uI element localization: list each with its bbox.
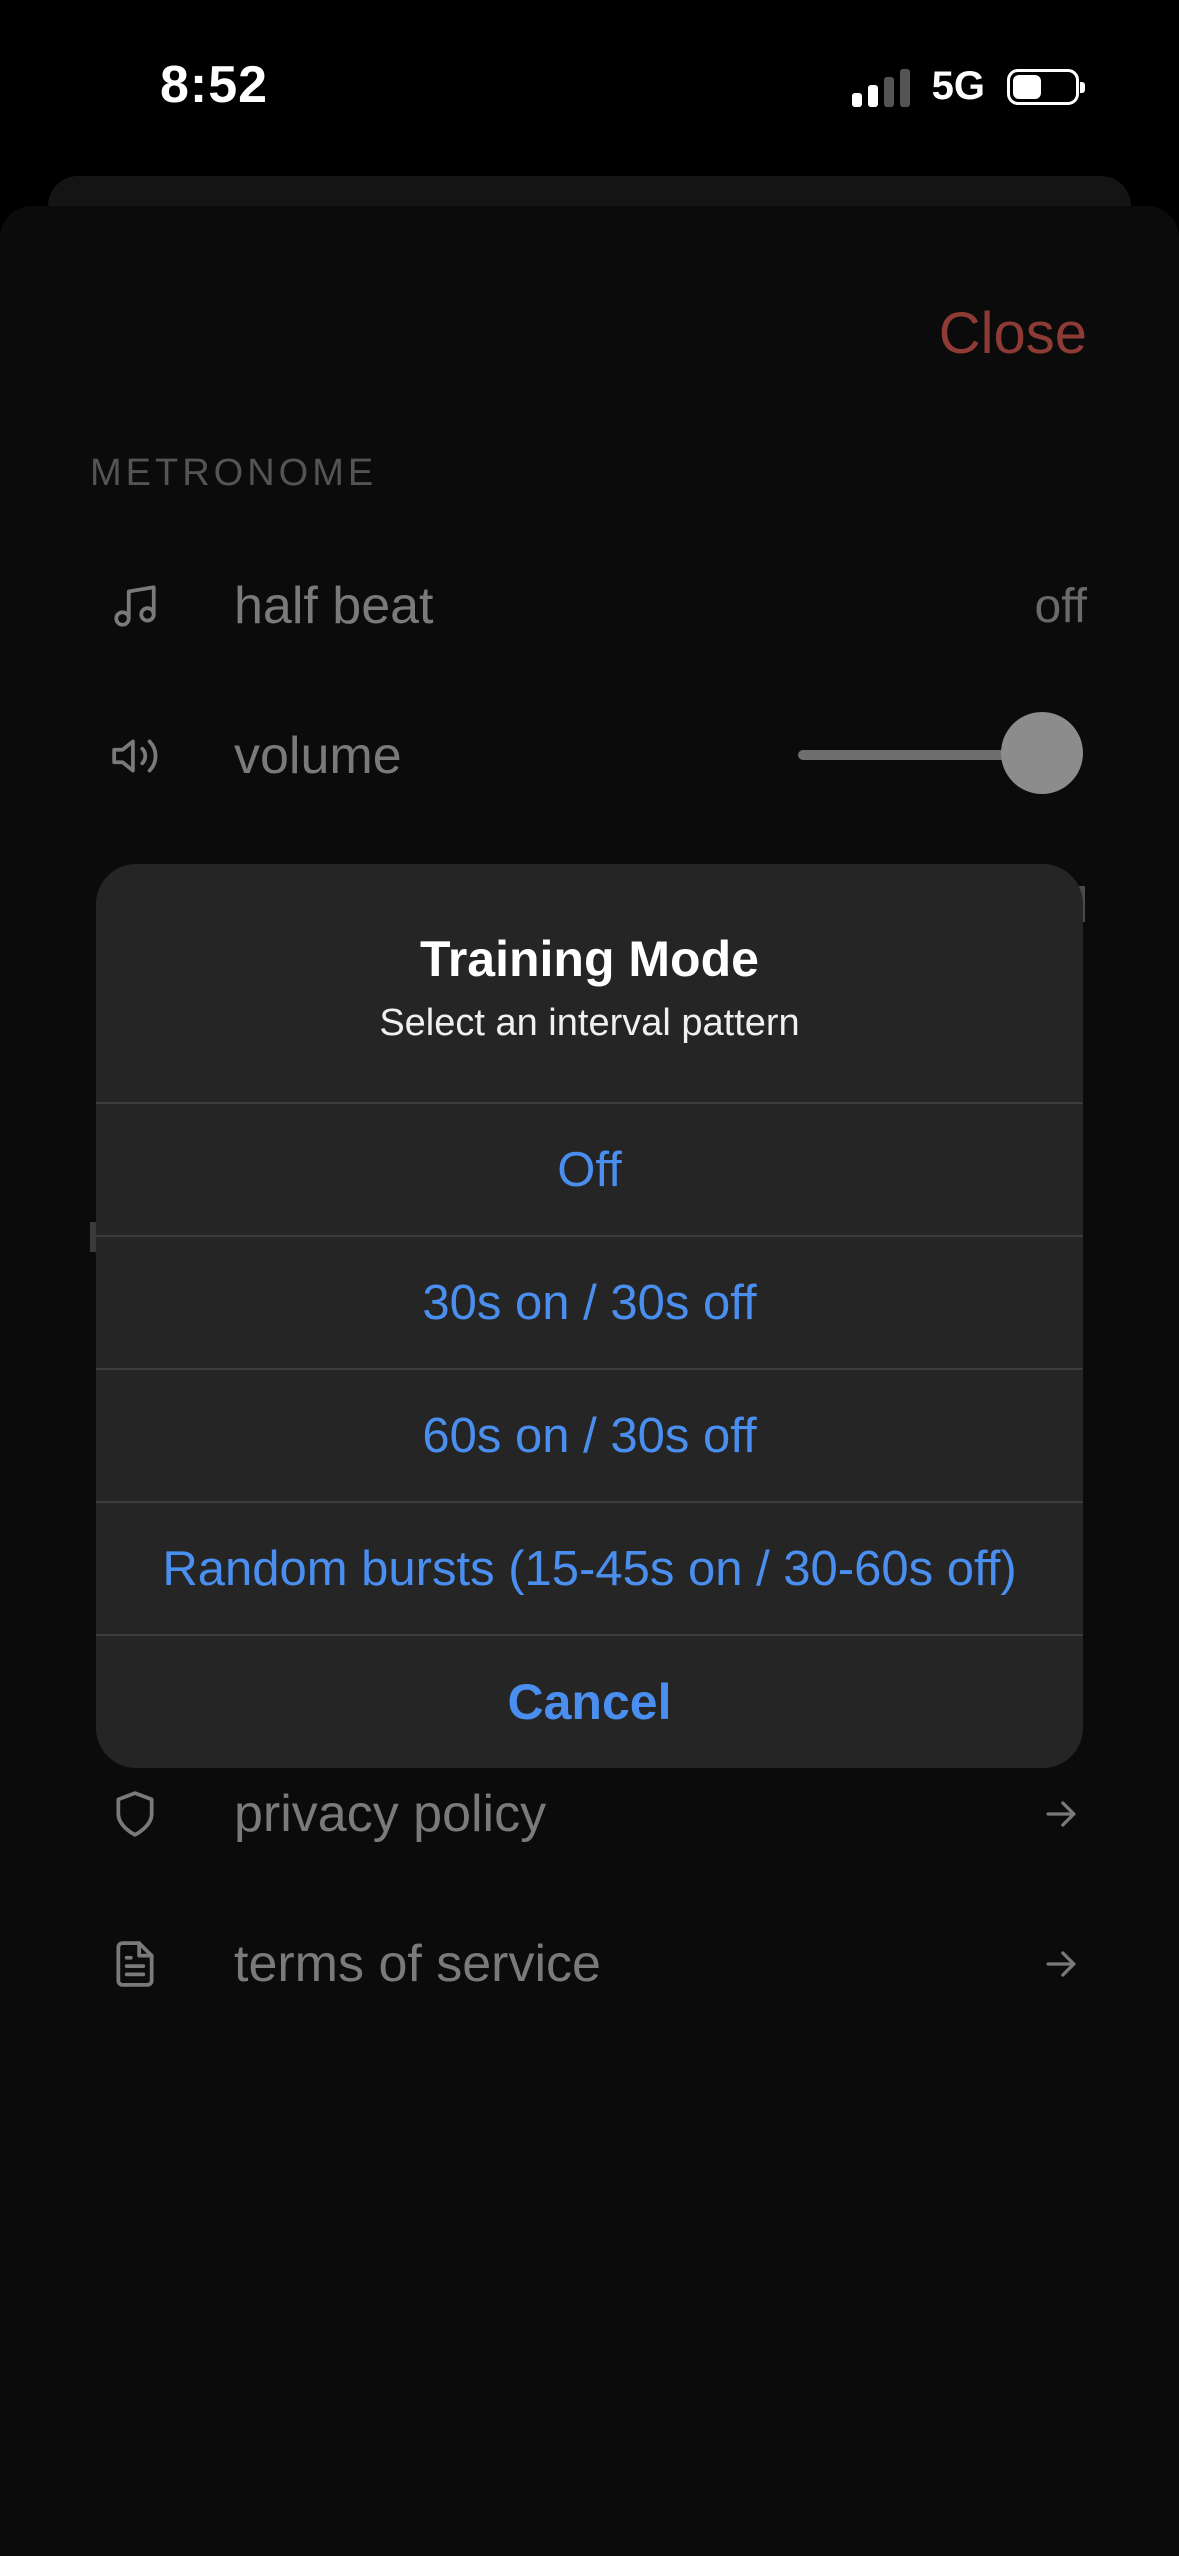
cancel-button[interactable]: Cancel: [96, 1636, 1083, 1768]
dialog-title: Training Mode: [420, 930, 759, 987]
arrow-right-icon: [1046, 1801, 1076, 1827]
arrow-right-icon: [1046, 1951, 1076, 1977]
terms-of-service-label: terms of service: [234, 1935, 601, 1993]
training-mode-dialog: Training Mode Select an interval pattern…: [96, 864, 1083, 1768]
status-indicators: 5G: [851, 64, 1085, 109]
half-beat-value: off: [1034, 579, 1088, 633]
section-header-metronome: METRONOME: [90, 452, 378, 494]
dialog-subtitle: Select an interval pattern: [379, 1001, 800, 1044]
shield-icon: [116, 1791, 154, 1837]
status-time: 8:52: [160, 56, 269, 114]
option-60s-on-30s-off[interactable]: 60s on / 30s off: [96, 1370, 1083, 1503]
close-button[interactable]: Close: [939, 300, 1087, 367]
document-icon: [116, 1941, 154, 1987]
setting-row-privacy-policy[interactable]: privacy policy: [0, 1754, 1179, 1874]
half-beat-label: half beat: [234, 577, 434, 635]
setting-row-half-beat[interactable]: half beat off: [0, 546, 1179, 666]
speaker-icon: [112, 739, 158, 773]
battery-icon: [1007, 68, 1085, 105]
option-30s-on-30s-off[interactable]: 30s on / 30s off: [96, 1237, 1083, 1370]
music-note-icon: [114, 585, 156, 627]
dialog-header: Training Mode Select an interval pattern: [96, 864, 1083, 1104]
screen: 8:52 5G Close METRONOME half beat off vo…: [0, 0, 1179, 2556]
volume-slider-thumb[interactable]: [1001, 712, 1083, 794]
cellular-signal-icon: [851, 67, 910, 107]
network-type: 5G: [931, 64, 985, 108]
option-random-bursts[interactable]: Random bursts (15-45s on / 30-60s off): [96, 1503, 1083, 1636]
volume-label: volume: [234, 727, 402, 785]
setting-row-terms-of-service[interactable]: terms of service: [0, 1904, 1179, 2024]
privacy-policy-label: privacy policy: [234, 1785, 547, 1843]
option-off[interactable]: Off: [96, 1104, 1083, 1237]
